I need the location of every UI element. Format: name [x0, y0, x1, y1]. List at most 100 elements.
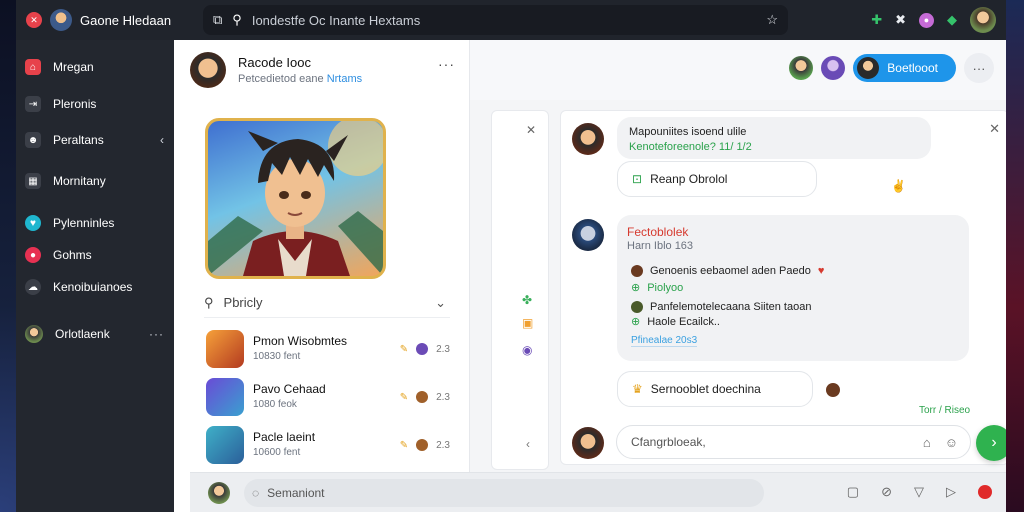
- sidebar-item-mornitany[interactable]: ▦ Mornitany: [16, 166, 174, 196]
- bottom-search-input[interactable]: ◌ Semaniont: [244, 479, 764, 507]
- star-icon[interactable]: ☆: [766, 12, 778, 28]
- game-title: Pacle laeint: [253, 430, 316, 444]
- more-icon[interactable]: ···: [149, 327, 164, 341]
- image-icon[interactable]: ▣: [522, 316, 533, 330]
- topbar-tools: ✚ ✖ ● ◆: [871, 5, 996, 35]
- profile-header: Racode Iooc Petcedietod eane Nrtams: [190, 52, 362, 88]
- video-icon[interactable]: ▷: [946, 484, 956, 500]
- send-button[interactable]: ›: [976, 425, 1006, 461]
- reaction-icon[interactable]: [826, 383, 840, 397]
- participant-avatar[interactable]: [821, 56, 846, 80]
- badge-icon: [416, 391, 429, 403]
- leaf-icon[interactable]: ◆: [947, 12, 957, 28]
- heart-icon: ♥: [817, 265, 825, 277]
- chat-header-tools: Boetlooot ···: [789, 53, 994, 83]
- leaf-icon[interactable]: ✤: [522, 293, 532, 307]
- avatar[interactable]: [208, 482, 230, 504]
- list-item[interactable]: Pmon Wisobmtes 10830 fent ✎ 2.3: [204, 330, 450, 370]
- sidebar-item-gohms[interactable]: ● Gohms: [16, 240, 174, 270]
- reply-chip[interactable]: ⊡ Reanp Obrolol: [617, 161, 817, 197]
- tab-icon[interactable]: ⧉: [213, 12, 222, 28]
- sidebar-item-pylenninles[interactable]: ♥ Pylenninles: [16, 208, 174, 238]
- search-icon: ◌: [252, 486, 260, 500]
- close-icon[interactable]: ✕: [989, 121, 1000, 137]
- game-title: Pavo Cehaad: [253, 382, 326, 396]
- reply-icon: ⊡: [632, 172, 643, 186]
- sidebar-item-pleronis[interactable]: ⇥ Pleronis: [16, 89, 174, 119]
- profile-panel: Racode Iooc Petcedietod eane Nrtams ···: [174, 40, 470, 472]
- badge-icon: [416, 343, 429, 355]
- background-accent: [1006, 0, 1024, 512]
- message-input-placeholder: Cfangrbloeak,: [631, 435, 706, 449]
- attach-icon[interactable]: ⌂: [923, 435, 931, 450]
- list-item[interactable]: Pavo Cehaad 1080 feok ✎ 2.3: [204, 378, 450, 418]
- game-meta: 1080 feok: [253, 399, 297, 410]
- message-subtitle: Kenoteforeenole? 11/ 1/2: [629, 141, 752, 153]
- sidebar-item-kenoibuianoes[interactable]: ☁ Kenoibuianoes: [16, 272, 174, 302]
- game-thumbnail: [206, 426, 244, 464]
- game-meta: 10830 fent: [253, 351, 301, 362]
- open-chat-button[interactable]: Boetlooot: [853, 54, 956, 82]
- globe-icon[interactable]: ◉: [522, 343, 532, 357]
- pin-icon[interactable]: ⚲: [232, 12, 242, 28]
- message-line: Genoenis eebaomel aden Paedo ♥: [631, 265, 824, 277]
- message-link[interactable]: Pfinealae 20s3: [631, 335, 698, 347]
- message-title-text: Mapouniites isoend ulile: [629, 126, 747, 138]
- profile-subtitle-link[interactable]: Nrtams: [327, 73, 362, 85]
- message-line-text: Genoenis eebaomel aden Paedo: [650, 265, 811, 277]
- message-bubble: Mapouniites isoend ulile Kenoteforeenole…: [617, 117, 931, 159]
- side-tools: ✕ ✤ ▣ ◉ ‹: [491, 110, 549, 470]
- link-icon: ⊕: [631, 282, 641, 294]
- sidebar-item-label: Gohms: [53, 248, 92, 262]
- record-icon[interactable]: [978, 485, 992, 499]
- address-bar[interactable]: ⧉ ⚲ Iondestfe Oc Inante Hextams ☆: [203, 5, 788, 35]
- user-avatar[interactable]: [970, 7, 996, 33]
- reaction-icon[interactable]: ✌: [891, 179, 906, 193]
- profile-icon[interactable]: ●: [919, 12, 934, 28]
- privacy-filter[interactable]: ⚲ Pbricly ⌄: [204, 288, 450, 318]
- spark-icon[interactable]: ✎: [400, 344, 408, 355]
- home-icon: ⌂: [25, 59, 41, 75]
- message-input[interactable]: Cfangrbloeak, ⌂ ☺: [616, 425, 971, 459]
- more-options-button[interactable]: ···: [964, 53, 994, 83]
- chevron-left-icon[interactable]: ‹: [526, 437, 530, 451]
- message-line: ⊕ Piolyoo: [631, 281, 683, 295]
- sidebar-item-label: Mornitany: [53, 174, 106, 188]
- image-icon[interactable]: ▢: [847, 484, 859, 500]
- sidebar-item-peraltans[interactable]: ☻ Peraltans ‹: [16, 125, 174, 155]
- avatar[interactable]: [50, 9, 72, 31]
- user-icon: [25, 325, 43, 343]
- sidebar-item-label: Pleronis: [53, 97, 97, 111]
- my-avatar: [572, 427, 604, 459]
- profile-avatar[interactable]: [190, 52, 226, 88]
- reply-chip[interactable]: ♛ Sernooblet doechina: [617, 371, 813, 407]
- close-icon[interactable]: ✕: [526, 123, 536, 137]
- address-text: Iondestfe Oc Inante Hextams: [251, 12, 421, 28]
- emoji-icon[interactable]: ☺: [945, 435, 958, 450]
- message-time: Harn Iblo 163: [627, 240, 694, 252]
- profile-menu-icon[interactable]: ···: [438, 56, 455, 72]
- participant-avatar[interactable]: [789, 56, 814, 80]
- game-tools: ✎ 2.3: [400, 439, 450, 451]
- link-icon[interactable]: ⊘: [881, 484, 892, 500]
- gift-icon[interactable]: ▽: [914, 484, 924, 500]
- bottom-tools: ▢ ⊘ ▽ ▷: [847, 484, 992, 500]
- sidebar-item-home[interactable]: ⌂ Mregan: [16, 52, 174, 82]
- puzzle-icon[interactable]: ✚: [871, 12, 882, 28]
- chevron-down-icon[interactable]: ⌄: [435, 295, 446, 311]
- chevron-left-icon[interactable]: ‹: [160, 133, 164, 147]
- hero-character-image: [205, 118, 386, 279]
- message-title: Fectoblolek: [627, 225, 689, 239]
- message-title: Mapouniites isoend ulile: [629, 126, 746, 138]
- spark-icon[interactable]: ✎: [400, 392, 408, 403]
- sidebar-item-orlotlaenk[interactable]: Orlotlaenk ···: [16, 319, 174, 349]
- spark-icon[interactable]: ✎: [400, 440, 408, 451]
- badge-icon: [416, 439, 429, 451]
- user-icon: [631, 265, 643, 277]
- close-icon[interactable]: ✕: [26, 12, 42, 28]
- grid-icon: ▦: [25, 173, 41, 189]
- arrow-icon: ⇥: [25, 96, 41, 112]
- sidebar: ⌂ Mregan ⇥ Pleronis ☻ Peraltans ‹ ▦ Morn…: [16, 40, 174, 512]
- x-icon[interactable]: ✖: [895, 12, 906, 28]
- list-item[interactable]: Pacle laeint 10600 fent ✎ 2.3: [204, 426, 450, 466]
